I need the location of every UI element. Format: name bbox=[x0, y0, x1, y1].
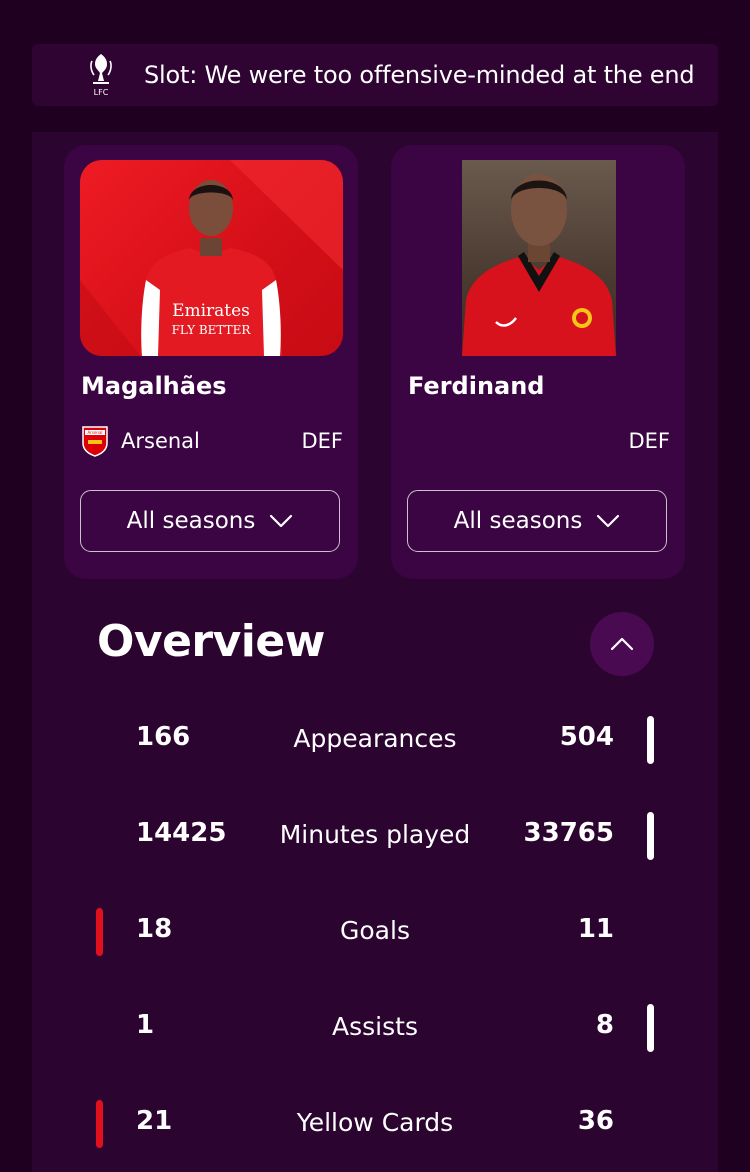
stat-right-value: 36 bbox=[577, 1106, 614, 1136]
stat-label: Minutes played bbox=[279, 820, 471, 849]
news-headline: Slot: We were too offensive-minded at th… bbox=[144, 61, 695, 89]
stat-label: Yellow Cards bbox=[296, 1108, 454, 1137]
chevron-down-icon bbox=[270, 514, 293, 528]
stat-row-appearances: 166 Appearances 504 bbox=[32, 716, 718, 764]
player-photo-art bbox=[462, 174, 616, 356]
news-banner[interactable]: LFC Slot: We were too offensive-minded a… bbox=[32, 44, 718, 106]
stat-right-value: 504 bbox=[559, 722, 614, 752]
stat-row-minutes-played: 14425 Minutes played 33765 bbox=[32, 812, 718, 860]
player-card-right: Ferdinand DEF All seasons bbox=[391, 145, 685, 579]
leader-bar-left bbox=[96, 908, 103, 956]
stat-right-value: 33765 bbox=[523, 818, 614, 848]
stat-left-value: 166 bbox=[136, 722, 191, 752]
leader-bar-right bbox=[647, 1004, 654, 1052]
player-position: DEF bbox=[628, 429, 670, 453]
stat-label: Appearances bbox=[293, 724, 457, 753]
stat-left-value: 14425 bbox=[136, 818, 227, 848]
liverpool-crest-icon: LFC bbox=[90, 54, 112, 97]
leader-bar-right bbox=[647, 812, 654, 860]
player-position: DEF bbox=[301, 429, 343, 453]
chevron-up-icon bbox=[610, 637, 634, 651]
player-name: Magalhães bbox=[81, 372, 227, 400]
svg-text:FLY BETTER: FLY BETTER bbox=[172, 323, 252, 337]
season-dropdown-label: All seasons bbox=[126, 508, 256, 534]
club-name: Arsenal bbox=[121, 429, 200, 453]
svg-text:Emirates: Emirates bbox=[172, 301, 250, 321]
stat-row-assists: 1 Assists 8 bbox=[32, 1004, 718, 1052]
svg-text:LFC: LFC bbox=[94, 88, 109, 97]
stat-left-value: 18 bbox=[136, 914, 173, 944]
arsenal-crest-icon: Arsenal bbox=[82, 426, 108, 457]
stat-row-yellow-cards: 21 Yellow Cards 36 bbox=[32, 1100, 718, 1148]
chevron-down-icon bbox=[597, 514, 620, 528]
stat-right-value: 8 bbox=[595, 1010, 614, 1040]
stat-label: Assists bbox=[332, 1012, 418, 1041]
player-card-left: Emirates FLY BETTER Magalhães Arsenal Ar… bbox=[64, 145, 358, 579]
player-photo-art: Emirates FLY BETTER bbox=[80, 160, 343, 356]
player-photo bbox=[462, 160, 616, 356]
leader-bar-left bbox=[96, 1100, 103, 1148]
season-dropdown[interactable]: All seasons bbox=[407, 490, 667, 552]
player-photo: Emirates FLY BETTER bbox=[80, 160, 343, 356]
stat-right-value: 11 bbox=[577, 914, 614, 944]
stat-label: Goals bbox=[340, 916, 410, 945]
svg-text:Arsenal: Arsenal bbox=[87, 430, 102, 435]
overview-title: Overview bbox=[97, 616, 325, 667]
season-dropdown-label: All seasons bbox=[453, 508, 583, 534]
stat-left-value: 1 bbox=[136, 1010, 155, 1040]
season-dropdown[interactable]: All seasons bbox=[80, 490, 340, 552]
stat-row-goals: 18 Goals 11 bbox=[32, 908, 718, 956]
stat-left-value: 21 bbox=[136, 1106, 173, 1136]
leader-bar-right bbox=[647, 716, 654, 764]
player-name: Ferdinand bbox=[408, 372, 545, 400]
collapse-overview-button[interactable] bbox=[590, 612, 654, 676]
